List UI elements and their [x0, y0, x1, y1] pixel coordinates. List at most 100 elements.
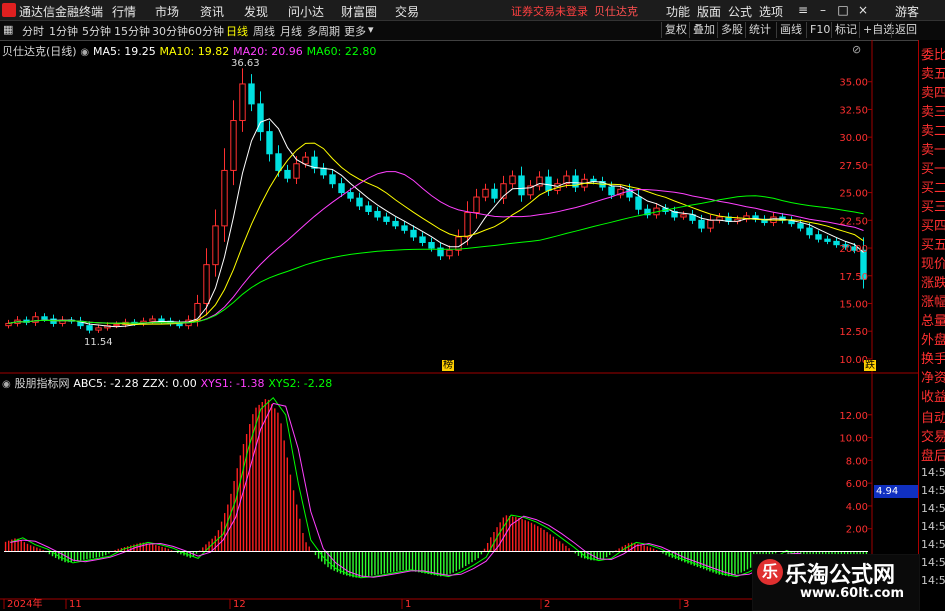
candle-body — [203, 264, 210, 304]
ma5-line — [8, 118, 864, 328]
rp-time: 14:56 — [921, 574, 945, 587]
y-tick-label: 17.50 — [839, 272, 868, 283]
menu-market[interactable]: 市场 — [155, 3, 179, 20]
high-label: 36.63 — [231, 58, 260, 69]
main-chart-header: 贝仕达克(日线) ◉ MA5: 19.25 MA10: 19.82 MA20: … — [2, 43, 376, 59]
candle-body — [257, 103, 264, 133]
y-tick-label: 2.00 — [846, 525, 868, 536]
y-tick-label: 25.00 — [839, 189, 868, 200]
candle-body — [680, 214, 687, 218]
y-tick-label: 27.50 — [839, 161, 868, 172]
menu-discover[interactable]: 发现 — [244, 3, 268, 20]
candle-body — [401, 225, 408, 231]
rp-trade[interactable]: 交易 — [921, 426, 945, 445]
menu-formula[interactable]: 公式 — [728, 3, 752, 20]
menu-icon[interactable]: ≡ — [795, 2, 811, 18]
grid-icon[interactable]: ▦ — [3, 23, 13, 36]
drop-marker[interactable]: 跌 — [864, 360, 876, 371]
candle-body — [158, 318, 165, 322]
xys2-label: XYS2: -2.28 — [268, 377, 333, 390]
period-more[interactable]: 更多 — [344, 23, 366, 39]
chart-area[interactable]: 35.00 32.50 30.00 27.50 25.00 22.50 20.00 17.50… — [0, 40, 918, 609]
y-tick-label: 20.00 — [839, 244, 868, 255]
menu-news[interactable]: 资讯 — [200, 3, 224, 20]
period-60min[interactable]: 60分钟 — [188, 23, 224, 39]
pin-icon[interactable]: ⊘ — [852, 43, 861, 56]
candle-body — [302, 156, 309, 165]
candle-body — [32, 316, 39, 323]
candle-body — [212, 225, 219, 266]
period-multi[interactable]: 多周期 — [307, 23, 340, 39]
menu-wealth-circle[interactable]: 财富圈 — [341, 3, 377, 20]
rp-time: 14:56 — [921, 484, 945, 497]
rp-after-hours[interactable]: 盘后 — [921, 445, 945, 464]
x-tick-label: 3 — [683, 599, 689, 609]
menu-quotes[interactable]: 行情 — [112, 3, 136, 20]
period-daily[interactable]: 日线 — [226, 23, 248, 39]
event-marker[interactable]: 榜 — [442, 360, 454, 371]
candle-body — [329, 174, 336, 185]
y-tick-label: 35.00 — [839, 78, 868, 89]
mark-button[interactable]: 标记 — [831, 22, 857, 38]
y-tick-label: 12.00 — [839, 411, 868, 422]
settings-icon[interactable]: ◉ — [80, 47, 89, 58]
candle-body — [491, 188, 498, 199]
candle-body — [806, 227, 813, 236]
rp-time: 14:56 — [921, 556, 945, 569]
candle-body — [356, 197, 363, 207]
menu-ask-xiaoda[interactable]: 问小达 — [288, 3, 324, 20]
period-intraday[interactable]: 分时 — [22, 23, 44, 39]
multi-stock-button[interactable]: 多股 — [717, 22, 743, 38]
draw-line-button[interactable]: 画线 — [776, 22, 802, 38]
x-tick-label: 1 — [405, 599, 411, 609]
f10-button[interactable]: F10 — [806, 22, 830, 38]
period-15min[interactable]: 15分钟 — [114, 23, 150, 39]
rp-turnover: 换手 — [921, 352, 945, 367]
maximize-icon[interactable]: □ — [835, 2, 851, 18]
minimize-icon[interactable]: – — [815, 2, 831, 18]
rp-buy5: 买五 — [921, 238, 945, 253]
candle-body — [374, 210, 381, 218]
candle-body — [221, 169, 228, 227]
candle-body — [410, 229, 417, 238]
y-tick-label: 6.00 — [846, 479, 868, 490]
menu-trade[interactable]: 交易 — [395, 3, 419, 20]
ma10-line — [8, 142, 864, 325]
overlay-button[interactable]: 叠加 — [689, 22, 715, 38]
guest-user[interactable]: 游客 — [895, 3, 919, 20]
rp-outer: 外盘 — [921, 333, 945, 348]
period-30min[interactable]: 30分钟 — [152, 23, 188, 39]
close-icon[interactable]: × — [855, 2, 871, 18]
candle-body — [392, 220, 399, 227]
rp-auto[interactable]: 自动 — [921, 407, 945, 426]
candle-body — [95, 327, 102, 331]
menu-options[interactable]: 选项 — [759, 3, 783, 20]
y-tick-label: 12.50 — [839, 327, 868, 338]
candle-body — [338, 183, 345, 194]
period-5min[interactable]: 5分钟 — [82, 23, 111, 39]
add-watchlist-button[interactable]: +自选 — [859, 22, 894, 38]
y-tick-label: 32.50 — [839, 105, 868, 116]
period-monthly[interactable]: 月线 — [280, 23, 302, 39]
back-button[interactable]: 返回 — [891, 22, 917, 38]
rp-change-pct: 涨幅 — [921, 295, 945, 310]
rp-buy1: 买一 — [921, 162, 945, 177]
stats-button[interactable]: 统计 — [745, 22, 771, 38]
candle-body — [518, 175, 525, 196]
rp-weibi: 委比 — [921, 48, 945, 63]
indicator-settings-icon[interactable]: ◉ — [2, 379, 11, 390]
candle-body — [113, 324, 120, 327]
x-tick-label: 2 — [544, 599, 550, 609]
menu-layout[interactable]: 版面 — [697, 3, 721, 20]
period-weekly[interactable]: 周线 — [253, 23, 275, 39]
rp-earnings: 收益 — [921, 390, 945, 405]
ma20-label: MA20: 20.96 — [233, 45, 303, 58]
rp-buy2: 买二 — [921, 181, 945, 196]
candle-body — [248, 83, 255, 105]
candle-body — [149, 318, 156, 322]
menu-functions[interactable]: 功能 — [666, 3, 690, 20]
period-1min[interactable]: 1分钟 — [49, 23, 78, 39]
restore-rights-button[interactable]: 复权 — [661, 22, 687, 38]
rp-change: 涨跌 — [921, 276, 945, 291]
chevron-down-icon[interactable]: ▾ — [368, 23, 374, 36]
